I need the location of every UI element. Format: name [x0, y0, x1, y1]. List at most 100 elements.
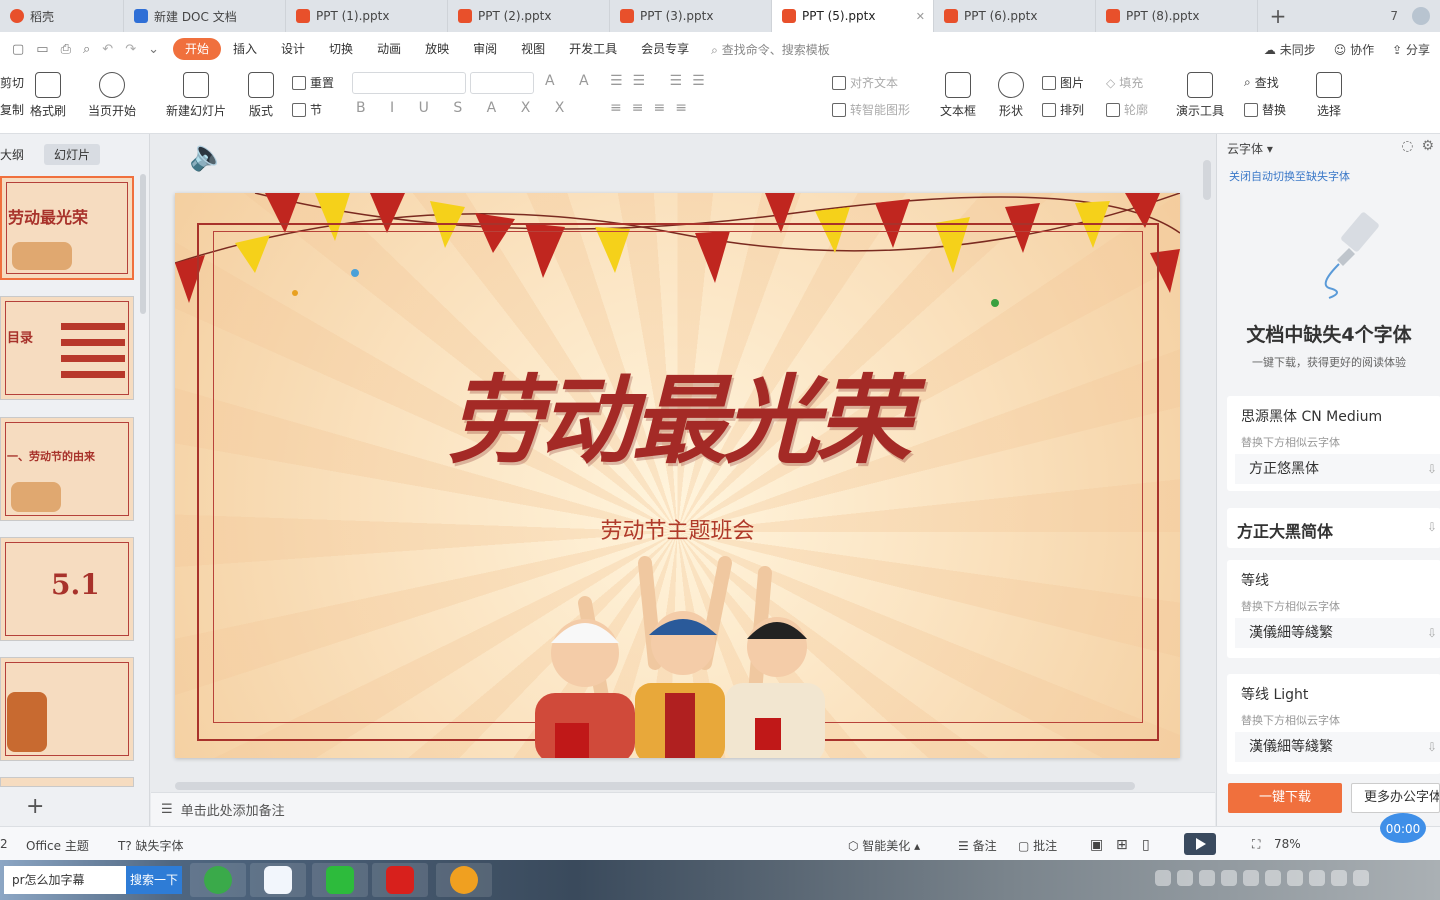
smart-graphic-button[interactable]: 转智能图形 [832, 101, 910, 118]
comment-toggle[interactable]: ▢ 批注 [1018, 837, 1057, 854]
layout-button[interactable]: 版式 [248, 72, 274, 119]
taskbar-wechat[interactable] [312, 863, 368, 897]
play-from-current-button[interactable]: 当页开始 [88, 72, 136, 119]
replacement-font[interactable]: 漢儀細等綫繁 [1235, 618, 1440, 648]
notes-bar[interactable]: ☰ 单击此处添加备注 [151, 792, 1215, 826]
canvas-horizontal-scrollbar[interactable] [175, 782, 1135, 790]
tray-icon[interactable] [1287, 870, 1303, 886]
tray-icon[interactable] [1177, 870, 1193, 886]
taskbar-search-button[interactable]: 搜索一下 [126, 866, 182, 894]
menu-developer[interactable]: 开发工具 [557, 38, 629, 60]
slide-thumb-5[interactable] [0, 657, 134, 761]
menu-review[interactable]: 审阅 [461, 38, 509, 60]
tab-outline[interactable]: 大纲 [0, 144, 34, 165]
smart-beautify-button[interactable]: ⬡ 智能美化 ▴ [848, 837, 920, 854]
arrange-button[interactable]: 排列 [1042, 101, 1084, 118]
align-text-button[interactable]: 对齐文本 [832, 74, 898, 91]
cut-button[interactable]: 剪切 [0, 74, 24, 91]
text-format-buttons[interactable]: B I U S A X X [356, 100, 574, 116]
tab-ppt-2[interactable]: PPT (2).pptx [448, 0, 610, 32]
new-tab-button[interactable]: + [1258, 0, 1298, 32]
tray-icon[interactable] [1265, 870, 1281, 886]
command-search[interactable]: ⌕ 查找命令、搜索模板 [711, 41, 830, 58]
slide-thumb-2[interactable]: 目录 [0, 296, 134, 400]
font-size-select[interactable] [470, 72, 534, 94]
taskbar-search-input[interactable]: pr怎么加字幕 [4, 866, 126, 894]
fit-window-icon[interactable]: ⛶ [1252, 837, 1260, 852]
chevron-down-icon[interactable]: ⌄ [148, 42, 159, 57]
download-icon[interactable]: ⇩ [1427, 462, 1437, 476]
tab-ppt-3[interactable]: PPT (3).pptx [610, 0, 772, 32]
menu-design[interactable]: 设计 [269, 38, 317, 60]
sync-status[interactable]: ☁ 未同步 [1264, 41, 1316, 58]
reset-button[interactable]: 重置 [292, 74, 334, 91]
slide-thumb-1[interactable]: 劳动最光荣 [0, 176, 134, 280]
tray-icon[interactable] [1155, 870, 1171, 886]
speaker-icon[interactable]: 🔈 [189, 138, 226, 173]
menu-slideshow[interactable]: 放映 [413, 38, 461, 60]
slide-thumb-6[interactable] [0, 777, 134, 787]
tab-ppt-6[interactable]: PPT (6).pptx [934, 0, 1096, 32]
share-button[interactable]: ⇪ 分享 [1392, 41, 1430, 58]
reading-view-icon[interactable]: ▯ [1142, 837, 1150, 853]
taskbar-app-2[interactable] [250, 863, 306, 897]
copy-button[interactable]: 复制 [0, 101, 24, 118]
list-buttons[interactable]: ☰☰ ☰☰ [610, 73, 715, 89]
more-fonts-button[interactable]: 更多办公字体 [1351, 783, 1440, 813]
picture-button[interactable]: 图片 [1042, 74, 1084, 91]
redo-icon[interactable]: ↷ [125, 42, 136, 57]
volume-icon[interactable] [1353, 870, 1369, 886]
tray-icon[interactable] [1199, 870, 1215, 886]
download-icon[interactable]: ⇩ [1427, 520, 1437, 534]
save-icon[interactable]: ▢ [12, 42, 24, 57]
zoom-level[interactable]: 78% [1274, 837, 1301, 851]
menu-view[interactable]: 视图 [509, 38, 557, 60]
canvas-vertical-scrollbar[interactable] [1203, 160, 1211, 200]
font-family-select[interactable] [352, 72, 466, 94]
tab-daoke[interactable]: 稻壳 [0, 0, 124, 32]
chat-icon[interactable]: ◌ [1401, 138, 1413, 154]
present-tools-button[interactable]: 演示工具 [1176, 72, 1224, 119]
replace-button[interactable]: 替换 [1244, 101, 1286, 118]
tab-ppt-8[interactable]: PPT (8).pptx [1096, 0, 1258, 32]
normal-view-icon[interactable]: ▣ [1090, 837, 1103, 853]
tray-icon[interactable] [1309, 870, 1325, 886]
tab-ppt-5[interactable]: PPT (5).pptx ✕ [772, 0, 934, 32]
panel-scrollbar[interactable] [140, 174, 146, 314]
grid-view-icon[interactable]: ⊞ [1116, 837, 1128, 853]
menu-transition[interactable]: 切换 [317, 38, 365, 60]
close-icon[interactable]: ✕ [916, 10, 925, 23]
slideshow-play-button[interactable] [1184, 833, 1216, 855]
align-buttons[interactable]: ≡≡≡≡ [610, 100, 697, 116]
add-slide-button[interactable]: + [26, 794, 44, 819]
gear-icon[interactable]: ⚙ [1421, 138, 1434, 154]
tab-doc[interactable]: 新建 DOC 文档 [124, 0, 286, 32]
theme-name[interactable]: Office 主题 [26, 837, 89, 854]
download-icon[interactable]: ⇩ [1427, 626, 1437, 640]
disable-auto-switch-link[interactable]: 关闭自动切换至缺失字体 [1229, 168, 1350, 184]
font-card-2[interactable]: 方正大黑简体 ⇩ [1227, 508, 1440, 548]
print-icon[interactable]: ⎙ [61, 42, 71, 57]
section-button[interactable]: 节 [292, 101, 322, 118]
slide-thumb-3[interactable]: 一、劳动节的由来 [0, 417, 134, 521]
taskbar-app-1[interactable] [190, 863, 246, 897]
menu-animation[interactable]: 动画 [365, 38, 413, 60]
font-grow-shrink[interactable]: A A [545, 73, 599, 89]
recording-timer[interactable]: 00:00 [1380, 813, 1426, 843]
undo-icon[interactable]: ↶ [102, 42, 113, 57]
missing-font-status[interactable]: T? 缺失字体 [118, 837, 184, 854]
outline-button[interactable]: 轮廓 [1106, 101, 1148, 118]
window-count-badge[interactable]: 7 [1390, 9, 1398, 23]
tray-icon[interactable] [1243, 870, 1259, 886]
taskbar-app-5[interactable] [436, 863, 492, 897]
textbox-button[interactable]: 文本框 [940, 72, 976, 119]
tab-ppt-1[interactable]: PPT (1).pptx [286, 0, 448, 32]
download-icon[interactable]: ⇩ [1427, 740, 1437, 754]
collaborate-button[interactable]: ☺ 协作 [1334, 41, 1374, 58]
taskbar-wps[interactable] [372, 863, 428, 897]
tray-icon[interactable] [1221, 870, 1237, 886]
shape-button[interactable]: 形状 [998, 72, 1024, 119]
tray-icon[interactable] [1331, 870, 1347, 886]
new-slide-button[interactable]: 新建幻灯片 [166, 72, 226, 119]
fill-button[interactable]: ◇ 填充 [1106, 74, 1143, 91]
